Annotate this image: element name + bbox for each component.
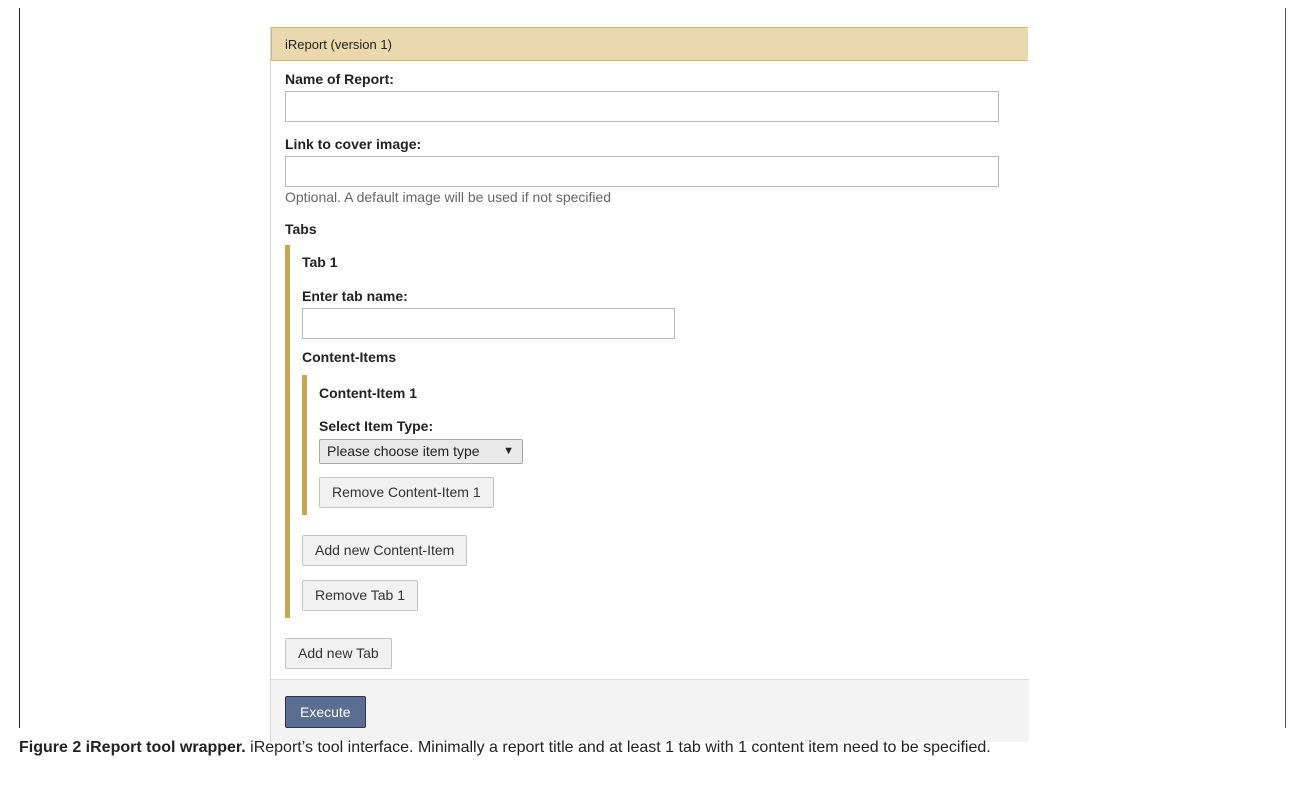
- tool-form-panel: iReport (version 1) Name of Report: Link…: [270, 27, 1029, 742]
- content-items-label: Content-Items: [302, 349, 397, 365]
- figure-caption-title: Figure 2 iReport tool wrapper.: [19, 739, 246, 756]
- tab-title: Tab 1: [302, 254, 338, 270]
- figure-caption: Figure 2 iReport tool wrapper. iReport’s…: [19, 738, 1279, 758]
- report-name-input[interactable]: [285, 91, 999, 122]
- form-footer: Execute: [271, 679, 1029, 742]
- tab-name-label: Enter tab name:: [302, 288, 408, 304]
- add-tab-button[interactable]: Add new Tab: [285, 638, 392, 669]
- tool-title: iReport (version 1): [285, 37, 392, 52]
- report-name-label: Name of Report:: [285, 71, 394, 87]
- cover-image-label: Link to cover image:: [285, 136, 422, 152]
- dropdown-arrow-icon: ▼: [503, 445, 514, 457]
- cover-image-input[interactable]: [285, 156, 999, 187]
- item-type-selected-value: Please choose item type: [327, 443, 480, 459]
- item-type-label: Select Item Type:: [319, 418, 434, 434]
- figure-caption-text: iReport’s tool interface. Minimally a re…: [245, 739, 991, 756]
- tab-section-bar: [285, 245, 290, 618]
- cover-image-hint: Optional. A default image will be used i…: [285, 189, 612, 205]
- remove-content-item-button[interactable]: Remove Content-Item 1: [319, 477, 494, 508]
- content-item-title: Content-Item 1: [319, 385, 417, 401]
- content-item-section-bar: [302, 375, 307, 515]
- tab-name-input[interactable]: [302, 308, 675, 339]
- add-content-item-button[interactable]: Add new Content-Item: [302, 535, 468, 566]
- item-type-select[interactable]: Please choose item type ▼: [319, 439, 523, 464]
- tabs-section-label: Tabs: [285, 221, 317, 237]
- figure-frame-left-border: [19, 8, 20, 728]
- remove-tab-button[interactable]: Remove Tab 1: [302, 580, 419, 611]
- figure-frame-right-border: [1285, 8, 1286, 728]
- tool-title-header: iReport (version 1): [271, 27, 1028, 61]
- execute-button[interactable]: Execute: [285, 696, 366, 728]
